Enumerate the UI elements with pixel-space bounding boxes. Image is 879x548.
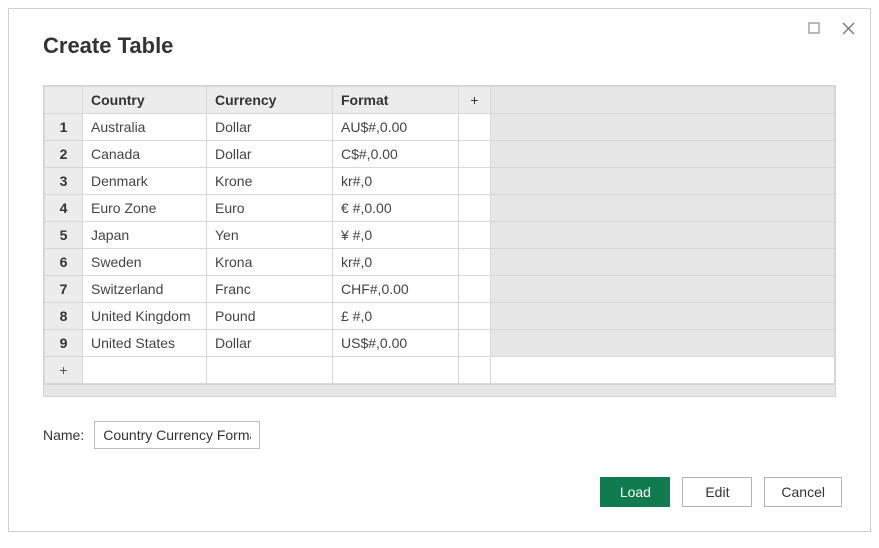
edit-button[interactable]: Edit (682, 477, 752, 507)
cell-format[interactable]: kr#,0 (333, 168, 459, 195)
cell-format[interactable]: US$#,0.00 (333, 330, 459, 357)
cell-currency[interactable]: Pound (207, 303, 333, 330)
cell-country[interactable]: Switzerland (83, 276, 207, 303)
row-filler (491, 330, 835, 357)
empty-cell[interactable] (459, 357, 491, 384)
add-row-button[interactable]: + (45, 357, 83, 384)
cell-extra[interactable] (459, 222, 491, 249)
cell-currency[interactable]: Euro (207, 195, 333, 222)
row-number[interactable]: 6 (45, 249, 83, 276)
header-filler (491, 87, 835, 114)
cell-extra[interactable] (459, 114, 491, 141)
create-table-dialog: Create Table Country Currency Format + (8, 8, 871, 532)
cell-format[interactable]: C$#,0.00 (333, 141, 459, 168)
cell-format[interactable]: AU$#,0.00 (333, 114, 459, 141)
maximize-icon (808, 22, 820, 34)
cell-country[interactable]: Euro Zone (83, 195, 207, 222)
empty-cell[interactable] (83, 357, 207, 384)
dialog-title: Create Table (9, 9, 870, 59)
cell-format[interactable]: kr#,0 (333, 249, 459, 276)
cell-country[interactable]: United States (83, 330, 207, 357)
row-number[interactable]: 2 (45, 141, 83, 168)
cell-country[interactable]: Canada (83, 141, 207, 168)
corner-cell (45, 87, 83, 114)
table-row: 2CanadaDollarC$#,0.00 (45, 141, 835, 168)
row-filler (491, 249, 835, 276)
row-number[interactable]: 5 (45, 222, 83, 249)
cell-extra[interactable] (459, 276, 491, 303)
name-input[interactable] (94, 421, 260, 449)
table-row: 8United KingdomPound£ #,0 (45, 303, 835, 330)
maximize-button[interactable] (800, 17, 828, 39)
column-header-currency[interactable]: Currency (207, 87, 333, 114)
cell-currency[interactable]: Dollar (207, 330, 333, 357)
row-filler (491, 222, 835, 249)
table-row: 3DenmarkKronekr#,0 (45, 168, 835, 195)
cell-currency[interactable]: Krone (207, 168, 333, 195)
cell-currency[interactable]: Yen (207, 222, 333, 249)
horizontal-scroll-track[interactable] (44, 384, 835, 396)
cell-country[interactable]: Denmark (83, 168, 207, 195)
cell-format[interactable]: € #,0.00 (333, 195, 459, 222)
table-row: 6SwedenKronakr#,0 (45, 249, 835, 276)
load-button[interactable]: Load (600, 477, 670, 507)
row-filler (491, 114, 835, 141)
table-row: 4Euro ZoneEuro€ #,0.00 (45, 195, 835, 222)
cell-country[interactable]: Japan (83, 222, 207, 249)
header-row: Country Currency Format + (45, 87, 835, 114)
cell-format[interactable]: ¥ #,0 (333, 222, 459, 249)
add-column-button[interactable]: + (459, 87, 491, 114)
close-button[interactable] (834, 17, 862, 39)
row-number[interactable]: 4 (45, 195, 83, 222)
cell-currency[interactable]: Dollar (207, 114, 333, 141)
row-filler (491, 357, 835, 384)
cell-currency[interactable]: Franc (207, 276, 333, 303)
cell-extra[interactable] (459, 249, 491, 276)
close-icon (842, 22, 855, 35)
add-row: + (45, 357, 835, 384)
cell-extra[interactable] (459, 141, 491, 168)
row-number[interactable]: 3 (45, 168, 83, 195)
row-filler (491, 303, 835, 330)
dialog-buttons: Load Edit Cancel (600, 477, 842, 507)
cell-extra[interactable] (459, 195, 491, 222)
cell-extra[interactable] (459, 330, 491, 357)
empty-cell[interactable] (207, 357, 333, 384)
data-grid: Country Currency Format + 1AustraliaDoll… (43, 85, 836, 397)
table-row: 1AustraliaDollarAU$#,0.00 (45, 114, 835, 141)
cell-format[interactable]: CHF#,0.00 (333, 276, 459, 303)
row-filler (491, 141, 835, 168)
name-row: Name: (43, 421, 870, 449)
cell-country[interactable]: Sweden (83, 249, 207, 276)
row-filler (491, 276, 835, 303)
row-number[interactable]: 8 (45, 303, 83, 330)
row-number[interactable]: 7 (45, 276, 83, 303)
column-header-country[interactable]: Country (83, 87, 207, 114)
name-label: Name: (43, 427, 84, 443)
window-controls (800, 17, 862, 39)
cell-currency[interactable]: Dollar (207, 141, 333, 168)
table-row: 7SwitzerlandFrancCHF#,0.00 (45, 276, 835, 303)
column-header-format[interactable]: Format (333, 87, 459, 114)
row-filler (491, 195, 835, 222)
table-row: 5JapanYen¥ #,0 (45, 222, 835, 249)
cell-country[interactable]: United Kingdom (83, 303, 207, 330)
cell-extra[interactable] (459, 168, 491, 195)
table-row: 9United StatesDollarUS$#,0.00 (45, 330, 835, 357)
row-number[interactable]: 1 (45, 114, 83, 141)
cell-country[interactable]: Australia (83, 114, 207, 141)
cell-extra[interactable] (459, 303, 491, 330)
cell-currency[interactable]: Krona (207, 249, 333, 276)
empty-cell[interactable] (333, 357, 459, 384)
row-number[interactable]: 9 (45, 330, 83, 357)
cell-format[interactable]: £ #,0 (333, 303, 459, 330)
cancel-button[interactable]: Cancel (764, 477, 842, 507)
row-filler (491, 168, 835, 195)
